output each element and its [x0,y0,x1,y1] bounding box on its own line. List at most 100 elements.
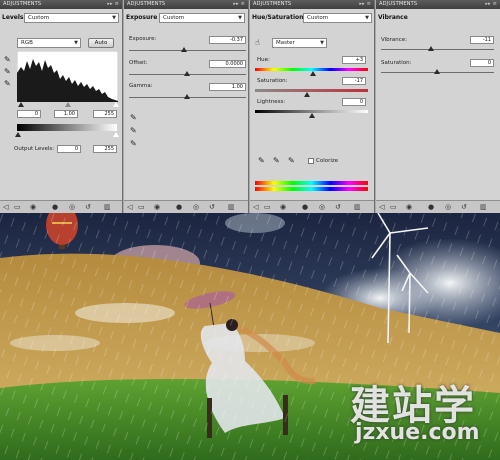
offset-slider-thumb[interactable] [184,71,190,76]
input-gamma-slider-thumb[interactable] [65,102,71,107]
eyedropper-white-icon[interactable]: ✎ [130,139,137,148]
levels-title: Levels: [2,14,26,21]
layer-mask-icon[interactable]: ◉ [406,203,412,211]
panel-menu-icon[interactable]: ▸▸ ≡ [485,0,497,9]
preview-icon[interactable]: ◎ [193,203,199,211]
output-white-slider-thumb[interactable] [113,132,119,137]
visibility-icon[interactable]: ● [428,203,434,211]
colorize-checkbox[interactable] [308,158,314,164]
trash-icon[interactable]: ▥ [104,203,111,211]
visibility-icon[interactable]: ● [52,203,58,211]
lightness-field[interactable]: 0 [342,98,366,106]
reset-icon[interactable]: ↺ [209,203,215,211]
expand-icon[interactable]: ▭ [14,203,21,211]
auto-button[interactable]: Auto [88,38,114,48]
vibrance-tab[interactable]: ADJUSTMENTS ▸▸ ≡ [376,0,500,9]
lightness-slider-thumb[interactable] [309,113,315,118]
layer-mask-icon[interactable]: ◉ [154,203,160,211]
input-white-slider-thumb[interactable] [113,102,119,107]
eyedropper-black-icon[interactable]: ✎ [130,113,137,122]
vibrance-title: Vibrance [378,14,408,21]
huesat-preset-select[interactable]: Custom ▼ [303,13,372,23]
expand-icon[interactable]: ▭ [264,203,271,211]
gamma-field[interactable]: 1.00 [209,83,246,91]
output-black-field[interactable]: 0 [57,145,81,153]
eyedropper-white-icon[interactable]: ✎ [4,79,11,88]
saturation-slider[interactable] [255,89,368,92]
panel-menu-icon[interactable]: ▸▸ ≡ [107,0,119,9]
output-white-field[interactable]: 255 [93,145,117,153]
exposure-preset-value: Custom [163,15,185,21]
exposure-tab[interactable]: ADJUSTMENTS ▸▸ ≡ [124,0,248,9]
vib-saturation-label: Saturation: [381,60,412,66]
vib-saturation-slider-thumb[interactable] [434,69,440,74]
eyedropper-plus-icon[interactable]: ✎ [273,156,280,165]
saturation-field[interactable]: -17 [342,77,366,85]
expand-icon[interactable]: ▭ [390,203,397,211]
vibrance-slider[interactable] [381,49,494,50]
preview-icon[interactable]: ◎ [445,203,451,211]
output-black-slider-thumb[interactable] [15,132,21,137]
lightness-label: Lightness: [257,99,286,105]
chevron-down-icon: ▼ [112,15,116,21]
hue-field[interactable]: +3 [342,56,366,64]
levels-channel-select[interactable]: RGB ▼ [17,38,81,48]
back-arrow-icon[interactable]: ◁ [253,203,258,211]
vib-saturation-field[interactable]: 0 [470,59,494,67]
eyedropper-black-icon[interactable]: ✎ [4,55,11,64]
tab-label: ADJUSTMENTS [253,1,292,7]
output-color-bar [255,187,368,191]
exposure-field[interactable]: -0.37 [209,36,246,44]
eyedropper-gray-icon[interactable]: ✎ [130,126,137,135]
levels-preset-value: Custom [28,15,50,21]
vibrance-slider-thumb[interactable] [428,46,434,51]
exposure-slider-thumb[interactable] [181,47,187,52]
saturation-label: Saturation: [257,78,288,84]
trash-icon[interactable]: ▥ [480,203,487,211]
trash-icon[interactable]: ▥ [228,203,235,211]
expand-icon[interactable]: ▭ [138,203,145,211]
levels-tab[interactable]: ADJUSTMENTS ▸▸ ≡ [0,0,122,9]
on-image-adjust-icon[interactable]: ☝ [255,38,260,47]
vibrance-panel: ADJUSTMENTS ▸▸ ≡ Vibrance Vibrance: -11 … [376,0,500,213]
saturation-slider-thumb[interactable] [304,92,310,97]
hue-slider-thumb[interactable] [310,71,316,76]
watermark-url: jzxue.com [355,420,480,445]
layer-mask-icon[interactable]: ◉ [30,203,36,211]
panel-menu-icon[interactable]: ▸▸ ≡ [233,0,245,9]
eyedropper-minus-icon[interactable]: ✎ [288,156,295,165]
input-black-field[interactable]: 0 [17,110,41,118]
hue-saturation-panel: ADJUSTMENTS ▸▸ ≡ Hue/Saturation Custom ▼ … [250,0,375,213]
layer-mask-icon[interactable]: ◉ [280,203,286,211]
preview-icon[interactable]: ◎ [69,203,75,211]
input-white-field[interactable]: 255 [93,110,117,118]
reset-icon[interactable]: ↺ [85,203,91,211]
back-arrow-icon[interactable]: ◁ [3,203,8,211]
offset-label: Offset: [129,60,148,66]
trash-icon[interactable]: ▥ [354,203,361,211]
eyedropper-icon[interactable]: ✎ [258,156,265,165]
panel-menu-icon[interactable]: ▸▸ ≡ [359,0,371,9]
vibrance-field[interactable]: -11 [470,36,494,44]
gamma-slider-thumb[interactable] [184,94,190,99]
preview-icon[interactable]: ◎ [319,203,325,211]
visibility-icon[interactable]: ● [302,203,308,211]
visibility-icon[interactable]: ● [176,203,182,211]
back-arrow-icon[interactable]: ◁ [127,203,132,211]
input-color-bar [255,181,368,185]
exposure-slider[interactable] [129,50,246,51]
levels-preset-select[interactable]: Custom ▼ [24,13,119,23]
input-gamma-field[interactable]: 1.00 [54,110,78,118]
back-arrow-icon[interactable]: ◁ [379,203,384,211]
exposure-preset-select[interactable]: Custom ▼ [159,13,245,23]
huesat-channel-select[interactable]: Master ▼ [272,38,327,48]
eyedropper-gray-icon[interactable]: ✎ [4,67,11,76]
offset-field[interactable]: 0.0000 [209,60,246,68]
hue-saturation-tab[interactable]: ADJUSTMENTS ▸▸ ≡ [250,0,374,9]
input-black-slider-thumb[interactable] [18,102,24,107]
levels-footer: ◁ ▭ ◉ ● ◎ ↺ ▥ [0,200,122,213]
reset-icon[interactable]: ↺ [461,203,467,211]
canvas-image: 建站学 jzxue.com [0,213,500,460]
reset-icon[interactable]: ↺ [335,203,341,211]
huesat-channel-value: Master [276,40,295,46]
